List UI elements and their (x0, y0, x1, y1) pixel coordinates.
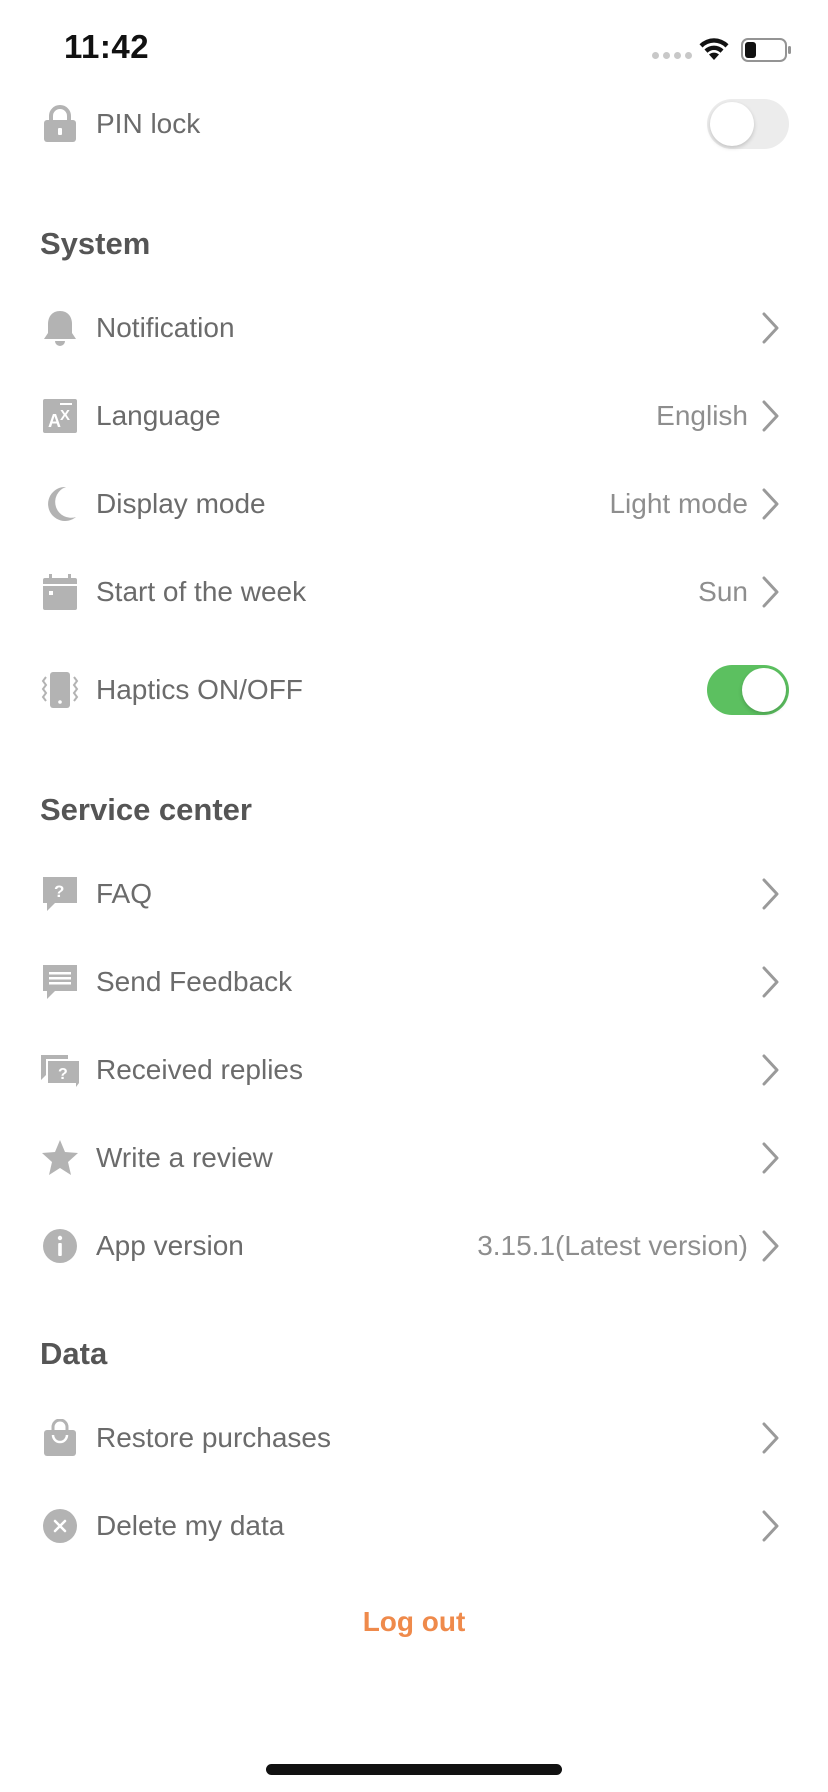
shopping-bag-icon (40, 1418, 80, 1458)
toggle-knob (742, 668, 786, 712)
restore-purchases-label: Restore purchases (96, 1422, 332, 1453)
chevron-right-icon (762, 1054, 779, 1086)
home-indicator[interactable] (266, 1764, 562, 1775)
app-version-label: App version (96, 1230, 244, 1261)
chevron-right-icon (762, 576, 779, 608)
pin-lock-label: PIN lock (96, 108, 201, 139)
section-title-service-center: Service center (40, 792, 252, 827)
vibration-icon (40, 670, 80, 710)
cellular-signal-icon (652, 52, 692, 59)
notification-label: Notification (96, 312, 235, 343)
write-review-label: Write a review (96, 1142, 273, 1173)
chevron-right-icon (762, 1510, 779, 1542)
restore-purchases-row[interactable]: Restore purchases (0, 1398, 828, 1478)
moon-icon (40, 484, 80, 524)
svg-text:?: ? (54, 882, 64, 901)
start-of-week-value: Sun (698, 576, 748, 607)
status-time: 11:42 (64, 28, 150, 65)
logout-button[interactable]: Log out (0, 1606, 828, 1638)
app-version-row[interactable]: App version 3.15.1(Latest version) (0, 1206, 828, 1286)
section-title-system: System (40, 226, 151, 261)
translate-icon: A X (40, 396, 80, 436)
received-replies-label: Received replies (96, 1054, 303, 1085)
start-of-week-label: Start of the week (96, 576, 307, 607)
star-icon (40, 1138, 80, 1178)
language-row[interactable]: A X Language English (0, 376, 828, 456)
send-feedback-row[interactable]: Send Feedback (0, 942, 828, 1022)
pin-lock-toggle[interactable] (707, 99, 789, 149)
language-value: English (656, 400, 748, 431)
display-mode-row[interactable]: Display mode Light mode (0, 464, 828, 544)
delete-data-label: Delete my data (96, 1510, 285, 1541)
faq-icon: ? (40, 874, 80, 914)
lock-icon (40, 104, 80, 144)
replies-icon: ? (40, 1050, 80, 1090)
haptics-label: Haptics ON/OFF (96, 674, 303, 705)
bell-icon (40, 308, 80, 348)
haptics-row: Haptics ON/OFF (0, 650, 828, 730)
delete-data-row[interactable]: Delete my data (0, 1486, 828, 1566)
chevron-right-icon (762, 1142, 779, 1174)
pin-lock-row: PIN lock (0, 84, 828, 164)
start-of-week-row[interactable]: Start of the week Sun (0, 552, 828, 632)
send-feedback-label: Send Feedback (96, 966, 293, 997)
display-mode-label: Display mode (96, 488, 266, 519)
language-label: Language (96, 400, 221, 431)
chevron-right-icon (762, 1422, 779, 1454)
display-mode-value: Light mode (609, 488, 748, 519)
calendar-icon (40, 572, 80, 612)
received-replies-row[interactable]: ? Received replies (0, 1030, 828, 1110)
faq-row[interactable]: ? FAQ (0, 854, 828, 934)
settings-screen: 11:42 PIN lock System Notification A X L… (0, 0, 828, 1792)
notification-row[interactable]: Notification (0, 288, 828, 368)
haptics-toggle[interactable] (707, 665, 789, 715)
chevron-right-icon (762, 878, 779, 910)
toggle-knob (710, 102, 754, 146)
write-review-row[interactable]: Write a review (0, 1118, 828, 1198)
faq-label: FAQ (96, 878, 153, 909)
chevron-right-icon (762, 400, 779, 432)
svg-text:?: ? (58, 1066, 68, 1083)
close-circle-icon (40, 1506, 80, 1546)
chevron-right-icon (762, 1230, 779, 1262)
info-icon (40, 1226, 80, 1266)
svg-text:X: X (60, 407, 70, 424)
chevron-right-icon (762, 488, 779, 520)
feedback-icon (40, 962, 80, 1002)
chevron-right-icon (762, 966, 779, 998)
app-version-value: 3.15.1(Latest version) (477, 1230, 748, 1261)
battery-icon (741, 38, 791, 62)
section-title-data: Data (40, 1336, 108, 1371)
wifi-icon (699, 38, 729, 60)
chevron-right-icon (762, 312, 779, 344)
